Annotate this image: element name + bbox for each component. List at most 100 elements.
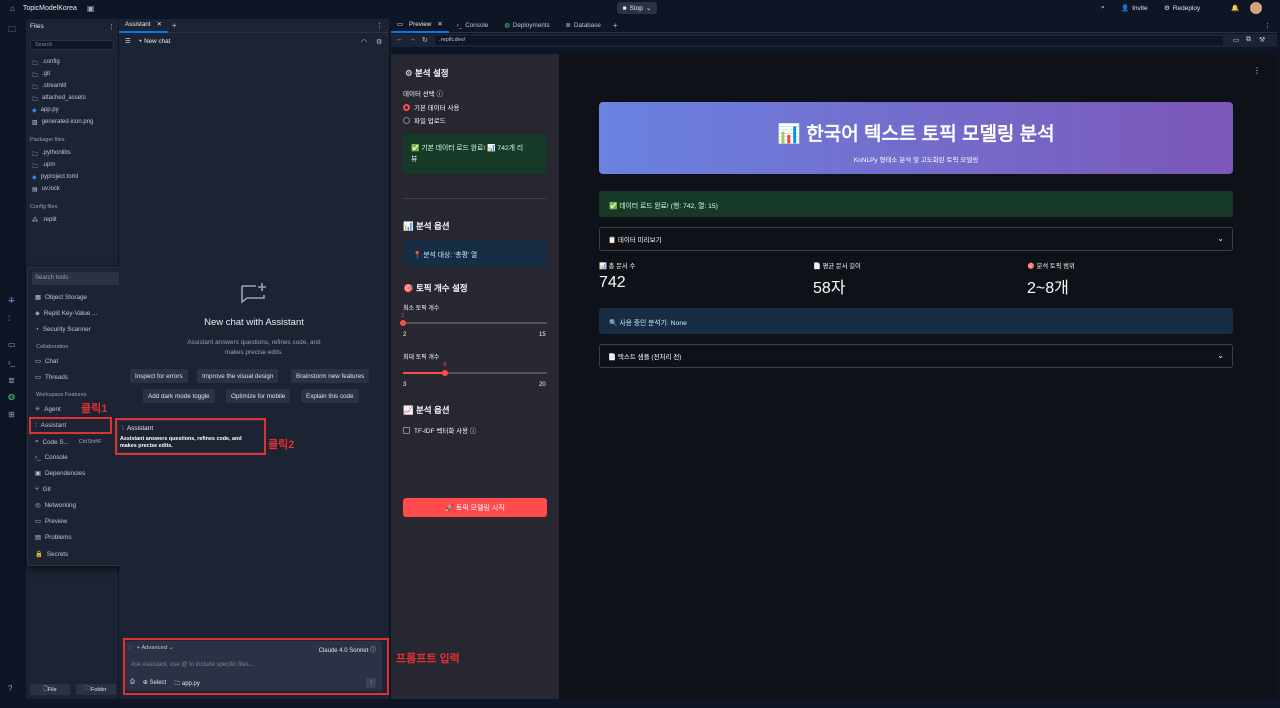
layout-icon[interactable]: ▣ [87,4,95,13]
file-row[interactable]: 🗀 attached_assets [32,95,86,105]
home-icon[interactable]: ⌂ [10,4,15,13]
file-row[interactable]: ◆ pyproject.toml [32,174,78,181]
devices-icon[interactable]: ▭ [1233,36,1240,44]
agent-icon[interactable]: ⁜ [8,296,15,305]
tool-agent[interactable]: ⁜ Agent [35,406,121,413]
tool-object-storage[interactable]: ▦ Object Storage [35,294,121,301]
min-topics-thumb[interactable] [400,320,406,326]
assistant-icon[interactable]: ⁞ [8,314,10,323]
data-preview-expander[interactable]: 📋 데이터 미리보기 ⌄ [599,227,1233,251]
file-row[interactable]: ◆ app.py [32,107,59,114]
left-rail: 🗀 ⁜ ⁞ ▭ ›_ ≣ ◍ ⊞ ? [0,16,24,708]
target-info-alert: 📍 분석 대상: '총평' 열 [403,240,547,266]
page-subtitle: KoNLPy 형태소 분석 및 고도화된 토픽 모델링 [853,157,979,164]
bell-icon[interactable]: 🔔 [1231,2,1239,14]
tool-dependencies[interactable]: ▣ Dependencies [35,470,121,477]
tool-key-value[interactable]: ◈ Replit Key-Value ... [35,310,121,317]
close-icon[interactable]: ✕ [437,21,442,28]
suggestion-chip[interactable]: Optimize for mobile [226,389,291,403]
tab-console[interactable]: ›_ Console [449,19,497,33]
annotation-box-tooltip [115,418,266,455]
annotation-click2: 클릭2 [268,439,295,451]
min-topics-track[interactable] [403,322,547,324]
analyzer-info-alert: 🔍 사용 중인 분석기: None [599,308,1233,334]
git-icon: ⑂ [35,486,39,493]
stop-icon: ■ [622,4,627,12]
tool-git[interactable]: ⑂ Git [35,486,121,493]
tool-security-scanner[interactable]: ◔ Security Scanner [35,326,121,333]
file-row[interactable]: 🗀 .streamlit [32,83,66,93]
radio-default-data[interactable]: 기본 데이터 사용 [403,102,459,112]
suggestion-chip[interactable]: Add dark mode toggle [143,389,215,403]
tab-deployments[interactable]: ◍ Deployments [496,19,557,33]
files-icon[interactable]: 🗀 [8,24,16,38]
metric-topic-range: 🎯 분석 토픽 범위 2~8개 [1027,263,1075,297]
back-icon[interactable]: ← [396,36,403,43]
redeploy-button[interactable]: ⚙ Redeploy [1164,2,1200,14]
more-icon[interactable]: ⋮ [108,23,115,31]
new-file-button[interactable]: 🗋 File [30,684,70,695]
tool-console[interactable]: ›_ Console [35,454,121,461]
menu-icon[interactable]: ☰ [125,38,131,45]
tab-database[interactable]: ≣ Database [558,19,609,33]
gear-icon[interactable]: ⚙ [376,38,382,46]
file-row[interactable]: ⁂ .replit [32,217,57,224]
folder-icon: 🗀 [32,73,39,79]
file-row[interactable]: 🗀 .git [32,71,50,81]
close-icon[interactable]: ✕ [157,21,162,28]
start-modeling-button[interactable]: 🚀 토픽 모델링 시작 [403,498,547,517]
refresh-icon[interactable]: ↻ [422,36,428,44]
text-sample-expander[interactable]: 📄 텍스트 샘플 (전처리 전) ⌄ [599,344,1233,368]
add-tab-icon[interactable]: + [172,21,177,30]
tools-icon[interactable]: ⚒ [1259,36,1265,44]
tool-secrets[interactable]: 🔒 Secrets [35,550,121,559]
tool-code-search[interactable]: ⌕ Code S... CtrlShiftF [35,438,121,446]
preview-icon[interactable]: ▭ [8,340,16,349]
max-topics-thumb[interactable] [442,370,449,376]
suggestion-chip[interactable]: Improve the visual design [197,369,279,383]
tool-chat[interactable]: ▭ Chat [35,358,121,365]
help-icon[interactable]: ? [8,684,12,693]
tool-threads[interactable]: ▭ Threads [35,374,121,381]
new-folder-button[interactable]: 🗀 Folder [76,684,116,695]
more-icon[interactable]: ⋮ [376,22,383,30]
tool-problems[interactable]: ▤ Problems [35,534,121,541]
tab-preview[interactable]: ▭ Preview ✕ [391,19,449,33]
suggestion-chip[interactable]: Brainstorm new features [291,369,370,383]
open-tab-icon[interactable]: ⧉ [1246,36,1251,44]
max-topics-label: 최대 토픽 개수 [403,355,440,361]
new-chat-button[interactable]: + New chat [139,38,171,45]
tools-search-input[interactable]: Search tools [32,272,124,285]
avatar[interactable] [1250,2,1262,14]
tab-assistant[interactable]: Assistant ✕ [119,19,168,33]
files-search-input[interactable]: Search [30,40,114,50]
file-row[interactable]: 🗀 .config [32,59,60,69]
file-row[interactable]: 🗀 .upm [32,162,55,172]
url-input[interactable]: .replit.dev/ [435,36,1223,45]
invite-button[interactable]: 👤 Invite [1121,2,1148,14]
more-icon[interactable]: ⋮ [1253,66,1261,75]
tool-preview[interactable]: ▭ Preview [35,518,121,525]
add-tab-icon[interactable]: + [613,21,618,30]
forward-icon[interactable]: → [409,36,416,43]
database-icon[interactable]: ≣ [8,376,15,385]
search-icon[interactable]: ⌕ [1101,2,1105,14]
annotation-box-prompt [123,638,389,695]
tool-networking[interactable]: ◎ Networking [35,502,121,509]
deploy-icon: ⚙ [1164,5,1170,12]
files-title: Files [30,23,44,30]
tfidf-checkbox[interactable]: TF-IDF 벡터화 사용 ⓘ [403,425,476,435]
history-icon[interactable]: ◠ [361,38,367,46]
file-row[interactable]: ▨ generated-icon.png [32,119,93,126]
project-name[interactable]: TopicModelKorea [23,5,77,12]
all-tools-icon[interactable]: ⊞ [8,410,15,419]
console-icon[interactable]: ›_ [8,358,15,367]
suggestion-chip[interactable]: Inspect for errors [130,369,188,383]
more-icon[interactable]: ⋮ [1264,22,1271,30]
suggestion-chip[interactable]: Explain this code [301,389,359,403]
stop-button[interactable]: ■ Stop ⌄ [617,2,657,14]
file-row[interactable]: 🗀 .pythonlibs [32,150,71,160]
deployments-icon[interactable]: ◍ [8,392,15,401]
radio-upload[interactable]: 파일 업로드 [403,115,446,125]
file-row[interactable]: ▤ uv.lock [32,186,60,193]
